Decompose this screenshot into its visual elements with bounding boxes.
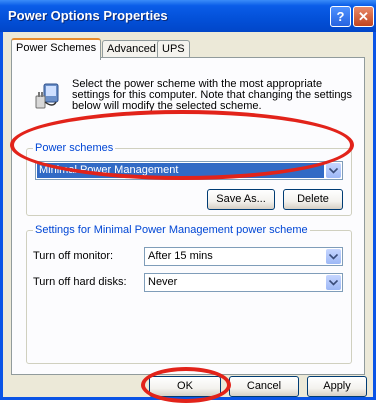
scheme-description: Select the power scheme with the most ap…	[72, 78, 353, 112]
dialog-client-area: Power Schemes Advanced UPS Select the po…	[3, 32, 373, 397]
delete-label: Delete	[297, 193, 329, 205]
power-options-icon	[35, 83, 59, 109]
cancel-label: Cancel	[246, 380, 282, 392]
title-bar[interactable]: Power Options Properties ? ✕	[0, 0, 376, 32]
tab-power-schemes[interactable]: Power Schemes	[11, 38, 102, 60]
monitor-timeout-value: After 15 mins	[148, 250, 213, 262]
settings-group: Settings for Minimal Power Management po…	[26, 224, 352, 364]
power-options-window: Power Options Properties ? ✕ Power Schem…	[0, 0, 376, 403]
save-as-label: Save As...	[216, 193, 266, 205]
save-as-button[interactable]: Save As...	[207, 189, 275, 210]
settings-group-label: Settings for Minimal Power Management po…	[33, 224, 310, 236]
turn-off-hard-disks-label: Turn off hard disks:	[33, 276, 127, 288]
tab-ups-label: UPS	[162, 43, 185, 55]
chevron-down-icon[interactable]	[326, 163, 341, 178]
window-title: Power Options Properties	[8, 8, 168, 23]
apply-label: Apply	[323, 380, 351, 392]
help-icon: ?	[336, 9, 345, 24]
apply-button[interactable]: Apply	[307, 376, 367, 397]
help-button[interactable]: ?	[330, 6, 351, 27]
hard-disk-timeout-select[interactable]: Never	[144, 273, 343, 292]
power-schemes-panel: Select the power scheme with the most ap…	[11, 57, 365, 375]
tab-advanced-label: Advanced	[107, 43, 156, 55]
hard-disk-timeout-value: Never	[148, 276, 178, 288]
chevron-down-icon[interactable]	[326, 275, 341, 290]
close-button[interactable]: ✕	[353, 6, 374, 27]
highlight-circle-ok	[141, 367, 231, 403]
monitor-timeout-select[interactable]: After 15 mins	[144, 247, 343, 266]
close-icon: ✕	[358, 9, 369, 24]
turn-off-monitor-label: Turn off monitor:	[33, 250, 114, 262]
tab-power-schemes-label: Power Schemes	[16, 42, 97, 54]
chevron-down-icon[interactable]	[326, 249, 341, 264]
tab-ups[interactable]: UPS	[157, 40, 190, 58]
tab-advanced[interactable]: Advanced	[102, 40, 161, 58]
cancel-button[interactable]: Cancel	[229, 376, 299, 397]
delete-button[interactable]: Delete	[283, 189, 343, 210]
highlight-circle-scheme	[10, 110, 354, 180]
